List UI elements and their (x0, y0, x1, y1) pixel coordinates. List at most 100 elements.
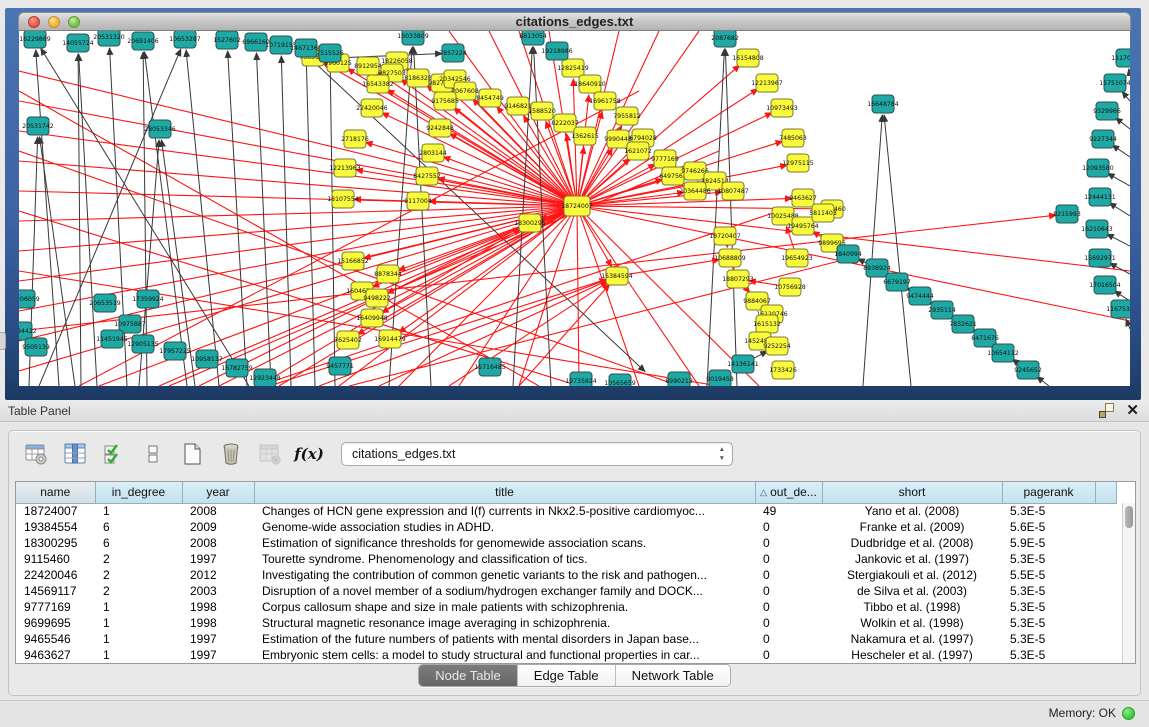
graph-node[interactable]: 20653519 (89, 294, 121, 312)
graph-node[interactable]: 18640910 (574, 75, 606, 93)
graph-node[interactable]: 16210643 (1081, 220, 1113, 238)
tab-network-table[interactable]: Network Table (615, 665, 730, 686)
table-select-dropdown[interactable]: citations_edges.txt ▲▼ (341, 442, 733, 466)
graph-node[interactable]: 2087682 (711, 31, 739, 47)
graph-node[interactable]: 16033809 (397, 31, 429, 45)
graph-node[interactable]: 16961758 (589, 92, 621, 110)
float-panel-icon[interactable] (1099, 403, 1114, 418)
graph-node[interactable]: 1733426 (769, 361, 797, 379)
scrollbar-thumb[interactable] (1125, 506, 1133, 528)
graph-node[interactable]: 7515526 (316, 44, 344, 62)
graph-node[interactable]: 2803144 (419, 144, 447, 162)
graph-node[interactable]: 9463627 (789, 189, 817, 207)
graph-node[interactable]: 14055724 (62, 34, 94, 52)
graph-node[interactable]: 9505139 (22, 338, 50, 356)
graph-node[interactable]: 9245652 (1014, 361, 1042, 379)
graph-node[interactable]: 11170523 (1111, 49, 1130, 67)
graph-node[interactable]: 10958137 (191, 350, 223, 368)
graph-node[interactable]: 22420046 (356, 99, 388, 117)
graph-node[interactable]: 15692971 (1084, 249, 1116, 267)
graph-node[interactable]: 20364486 (679, 182, 711, 200)
graph-node[interactable]: 18807293 (722, 270, 754, 288)
graph-node[interactable]: 1840994 (834, 245, 862, 263)
graph-node[interactable]: 7955812 (613, 107, 641, 125)
graph-node[interactable]: 8454749 (476, 89, 504, 107)
column-header-pagerank[interactable]: pagerank (1002, 482, 1095, 503)
graph-node[interactable]: 12444131 (1084, 188, 1116, 206)
table-row[interactable]: 977716911998Corpus callosum shape and si… (16, 599, 1116, 615)
graph-node[interactable]: 1588520 (528, 102, 556, 120)
graph-node[interactable]: 9242848 (426, 119, 454, 137)
fx-icon[interactable]: f(x) (296, 441, 322, 467)
graph-node[interactable]: 1615132 (753, 315, 781, 333)
table-row[interactable]: 946362711997Embryonic stem cells: a mode… (16, 647, 1116, 663)
table-row[interactable]: 1456911722003Disruption of a novel membe… (16, 583, 1116, 599)
graph-node[interactable]: 9117004 (404, 192, 432, 210)
graph-node[interactable]: 2935114 (928, 301, 956, 319)
graph-node[interactable]: 2718176 (341, 130, 369, 148)
graph-node[interactable]: 14136141 (727, 355, 759, 373)
graph-node[interactable]: 18107554 (327, 190, 359, 208)
graph-node[interactable]: 7625402 (334, 331, 362, 349)
table-row[interactable]: 1938455462009Genome-wide association stu… (16, 519, 1116, 535)
graph-node[interactable]: 9457771 (326, 357, 354, 375)
graph-node[interactable]: 9474444 (906, 287, 934, 305)
graph-node[interactable]: 11451945 (96, 330, 128, 348)
graph-node[interactable]: 5811403 (809, 204, 837, 222)
graph-node[interactable]: 12825419 (557, 59, 589, 77)
table-panel-titlebar[interactable]: Table Panel ✕ (0, 400, 1149, 422)
graph-node[interactable]: 19735824 (565, 372, 597, 386)
table-row[interactable]: 1830029562008Estimation of significance … (16, 535, 1116, 551)
graph-node[interactable]: 8215993 (1053, 205, 1081, 223)
table-row[interactable]: 946554611997Estimation of the future num… (16, 631, 1116, 647)
graph-node[interactable]: 19654923 (781, 249, 813, 267)
graph-node[interactable]: 12093580 (1082, 159, 1114, 177)
graph-node[interactable]: 28053346 (144, 120, 176, 138)
table-row[interactable]: 911546021997Tourette syndrome. Phenomeno… (16, 551, 1116, 567)
graph-node[interactable]: 17957225 (159, 342, 191, 360)
graph-node[interactable]: 6679197 (883, 273, 911, 291)
citation-network-graph[interactable]: 1872400776638229960125891295418226058982… (19, 31, 1130, 386)
graph-node[interactable]: 23206059 (19, 290, 40, 308)
column-header-in-degree[interactable]: in_degree (95, 482, 182, 503)
graph-node[interactable]: 18300295 (514, 214, 546, 232)
checklist-icon[interactable] (101, 441, 127, 467)
graph-node[interactable]: 20531742 (22, 117, 54, 135)
graph-node[interactable]: 9175685 (431, 92, 459, 110)
graph-node[interactable]: 12923448 (249, 369, 281, 386)
graph-node[interactable]: 15166852 (337, 252, 369, 270)
network-canvas[interactable]: 1872400776638229960125891295418226058982… (19, 31, 1130, 386)
graph-node[interactable]: 9227344 (1089, 130, 1117, 148)
graph-node[interactable]: 15384594 (601, 267, 633, 285)
graph-node[interactable]: 19218986 (541, 42, 573, 60)
graph-node[interactable]: 9252254 (763, 337, 791, 355)
graph-node[interactable]: 8427552 (413, 167, 441, 185)
graph-node[interactable]: 1621072 (624, 142, 652, 160)
close-panel-icon[interactable]: ✕ (1126, 403, 1139, 418)
graph-node[interactable]: 16782759 (221, 359, 253, 377)
graph-node[interactable]: 16543382 (362, 75, 394, 93)
graph-node[interactable]: 15716485 (474, 358, 506, 376)
graph-node[interactable]: 8813054 (519, 31, 547, 45)
graph-node[interactable]: 10973493 (766, 99, 798, 117)
graph-node[interactable]: 8990213 (665, 372, 693, 386)
graph-node[interactable]: 10756928 (774, 278, 806, 296)
graph-node[interactable]: 7857224 (439, 44, 467, 62)
graph-node[interactable]: 10653287 (169, 31, 201, 48)
graph-node[interactable]: 20531320 (93, 31, 125, 46)
table-column-icon[interactable] (62, 441, 88, 467)
graph-node[interactable]: 7832621 (949, 315, 977, 333)
graph-node[interactable]: 12905135 (127, 335, 159, 353)
column-header-year[interactable]: year (182, 482, 254, 503)
graph-node[interactable]: 16914479 (374, 330, 406, 348)
graph-node[interactable]: 10654112 (987, 344, 1019, 362)
graph-node[interactable]: 17359924 (132, 290, 164, 308)
graph-node[interactable]: 7485063 (779, 129, 807, 147)
network-window-titlebar[interactable]: citations_edges.txt (18, 12, 1131, 31)
panel-edge-handle[interactable] (0, 332, 6, 350)
column-header-out-de-[interactable]: △out_de... (755, 482, 822, 503)
table-settings-icon[interactable] (23, 441, 49, 467)
table-row[interactable]: 969969511998Structural magnetic resonanc… (16, 615, 1116, 631)
new-file-icon[interactable] (179, 441, 205, 467)
tab-edge-table[interactable]: Edge Table (517, 665, 615, 686)
